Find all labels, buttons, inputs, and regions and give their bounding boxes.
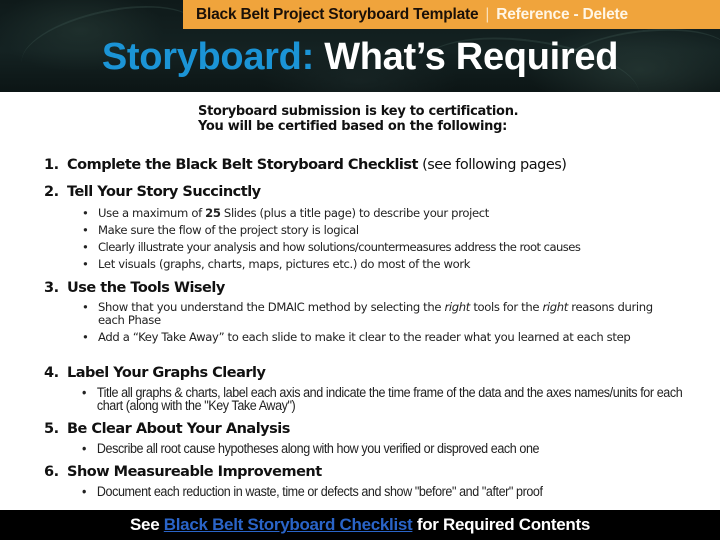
template-title: Black Belt Project Storyboard Template xyxy=(196,5,479,23)
template-label-bar: Black Belt Project Storyboard Template |… xyxy=(183,0,720,29)
bullet-icon: • xyxy=(82,484,86,499)
title-separator: | xyxy=(485,5,490,23)
item-heading: Complete the Black Belt Storyboard Check… xyxy=(67,157,418,173)
bullet-item: • Title all graphs & charts, label each … xyxy=(82,385,696,413)
bullet-text: Clearly illustrate your analysis and how… xyxy=(98,240,581,254)
bullet-item: • Show that you understand the DMAIC met… xyxy=(82,301,682,327)
bullet-icon: • xyxy=(82,257,89,271)
item-number: 1. xyxy=(44,157,59,173)
bullet-text: Let visuals (graphs, charts, maps, pictu… xyxy=(98,257,471,271)
bullet-item: • Clearly illustrate your analysis and h… xyxy=(82,240,702,254)
item-number: 6. xyxy=(44,464,59,480)
bullet-item: • Use a maximum of 25 Slides (plus a tit… xyxy=(82,206,682,220)
item-heading: Be Clear About Your Analysis xyxy=(67,421,290,437)
intro-line-1: Storyboard submission is key to certific… xyxy=(198,104,519,119)
bullet-item: • Add a “Key Take Away” to each slide to… xyxy=(82,331,672,344)
item-heading: Show Measureable Improvement xyxy=(67,464,322,480)
bullet-icon: • xyxy=(82,300,89,314)
bullet-item: • Document each reduction in waste, time… xyxy=(82,485,696,499)
item-heading: Tell Your Story Succinctly xyxy=(67,184,261,200)
requirement-item-5: 5. Be Clear About Your Analysis xyxy=(44,421,290,437)
bullet-text: Make sure the flow of the project story … xyxy=(98,223,359,237)
requirement-item-1: 1. Complete the Black Belt Storyboard Che… xyxy=(44,157,567,173)
bullet-text: tools for the xyxy=(469,300,543,314)
bullet-item: • Describe all root cause hypotheses alo… xyxy=(82,442,696,456)
bullet-text-italic: right xyxy=(444,300,470,314)
intro-text: Storyboard submission is key to certific… xyxy=(198,104,598,134)
item-heading: Use the Tools Wisely xyxy=(67,280,225,296)
item-heading: Label Your Graphs Clearly xyxy=(67,365,266,381)
bullet-icon: • xyxy=(82,441,86,456)
footer-text-pre: See xyxy=(130,515,164,534)
bullet-text: Title all graphs & charts, label each ax… xyxy=(96,385,683,413)
item-number: 2. xyxy=(44,184,59,200)
page-title: Storyboard: What’s Required xyxy=(0,36,720,79)
item-number: 4. xyxy=(44,365,59,381)
page-title-accent: Storyboard: xyxy=(101,36,314,78)
bullet-item: • Let visuals (graphs, charts, maps, pic… xyxy=(82,257,682,271)
requirement-item-4: 4. Label Your Graphs Clearly xyxy=(44,365,266,381)
bullet-text: Document each reduction in waste, time o… xyxy=(96,484,543,499)
page-title-main: What’s Required xyxy=(324,36,619,78)
bullet-text: Slides (plus a title page) to describe y… xyxy=(220,206,489,220)
bullet-icon: • xyxy=(82,206,89,220)
item-number: 3. xyxy=(44,280,59,296)
bullet-text: Use a maximum of xyxy=(98,206,206,220)
checklist-link[interactable]: Black Belt Storyboard Checklist xyxy=(164,515,413,534)
bullet-text-bold: 25 xyxy=(205,206,221,220)
bullet-icon: • xyxy=(82,330,89,344)
bullet-text: Add a “Key Take Away” to each slide to m… xyxy=(98,330,631,344)
intro-line-2: You will be certified based on the follo… xyxy=(198,119,507,134)
requirement-item-2: 2. Tell Your Story Succinctly xyxy=(44,184,261,200)
header-banner: Black Belt Project Storyboard Template |… xyxy=(0,0,720,135)
bullet-text: Show that you understand the DMAIC metho… xyxy=(98,300,445,314)
bullet-item: • Make sure the flow of the project stor… xyxy=(82,223,682,237)
requirement-item-3: 3. Use the Tools Wisely xyxy=(44,280,225,296)
bullet-text-italic: right xyxy=(542,300,568,314)
reference-delete-label: Reference - Delete xyxy=(496,5,628,23)
item-heading-suffix: (see following pages) xyxy=(417,157,567,173)
item-number: 5. xyxy=(44,421,59,437)
footer-text-post: for Required Contents xyxy=(412,515,590,534)
bullet-icon: • xyxy=(82,385,86,400)
requirement-item-6: 6. Show Measureable Improvement xyxy=(44,464,322,480)
footer-bar: See Black Belt Storyboard Checklist for … xyxy=(0,510,720,540)
bullet-icon: • xyxy=(82,223,89,237)
bullet-icon: • xyxy=(82,240,89,254)
bullet-text: Describe all root cause hypotheses along… xyxy=(96,441,540,456)
